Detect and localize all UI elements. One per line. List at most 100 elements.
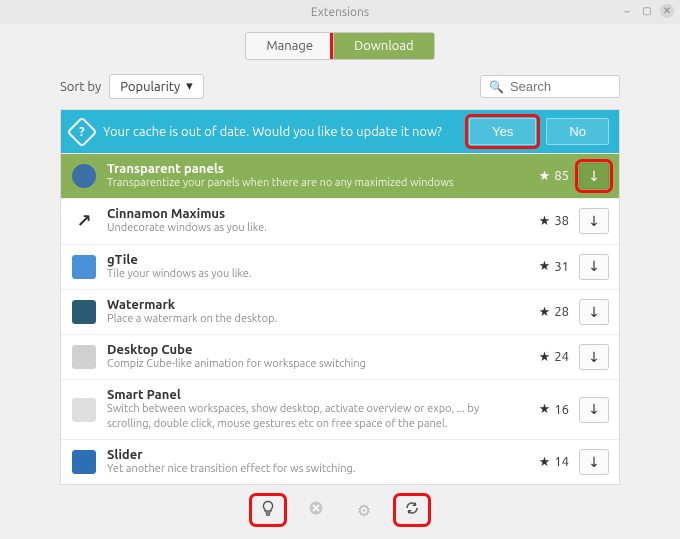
download-button[interactable]: ↓ bbox=[579, 208, 609, 234]
star-count: ★16 bbox=[519, 402, 569, 417]
download-button[interactable]: ↓ bbox=[579, 254, 609, 280]
extension-row[interactable]: SliderYet another nice transition effect… bbox=[61, 439, 619, 484]
tab-set: Manage Download bbox=[245, 32, 434, 60]
star-count: ★24 bbox=[519, 350, 569, 365]
star-icon: ★ bbox=[539, 350, 551, 365]
extension-name: Smart Panel bbox=[107, 388, 509, 402]
sort-dropdown[interactable]: Popularity ▾ bbox=[109, 74, 203, 99]
download-button[interactable]: ↓ bbox=[579, 163, 609, 189]
tab-download[interactable]: Download bbox=[334, 33, 434, 59]
question-icon: ? bbox=[66, 116, 97, 147]
extension-row[interactable]: Desktop CubeCompiz Cube-like animation f… bbox=[61, 334, 619, 379]
extension-icon bbox=[71, 163, 97, 189]
remove-icon bbox=[308, 500, 324, 520]
cache-notice: ? Your cache is out of date. Would you l… bbox=[61, 110, 619, 153]
star-count: ★85 bbox=[519, 169, 569, 184]
remove-button bbox=[301, 497, 331, 523]
extension-body: WatermarkPlace a watermark on the deskto… bbox=[107, 298, 509, 326]
title-bar: Extensions – ▢ ✕ bbox=[0, 0, 680, 24]
extension-list: Transparent panelsTransparentize your pa… bbox=[61, 153, 619, 484]
extension-name: Slider bbox=[107, 448, 509, 462]
tab-manage[interactable]: Manage bbox=[246, 33, 334, 59]
star-number: 31 bbox=[554, 260, 569, 274]
star-icon: ★ bbox=[539, 305, 551, 320]
extension-name: Desktop Cube bbox=[107, 343, 509, 357]
extension-description: Compiz Cube-like animation for workspace… bbox=[107, 357, 509, 371]
star-number: 24 bbox=[554, 350, 569, 364]
star-number: 28 bbox=[554, 305, 569, 319]
search-box[interactable]: 🔍 bbox=[480, 75, 620, 98]
refresh-button[interactable] bbox=[397, 497, 427, 523]
download-icon: ↓ bbox=[588, 213, 600, 230]
maximize-button[interactable]: ▢ bbox=[640, 4, 654, 18]
extension-icon bbox=[71, 397, 97, 423]
extension-description: Yet another nice transition effect for w… bbox=[107, 462, 509, 476]
toolbar: Sort by Popularity ▾ 🔍 bbox=[0, 74, 680, 109]
star-icon: ★ bbox=[539, 214, 551, 229]
star-number: 16 bbox=[554, 403, 569, 417]
bottom-bar: ⚙ bbox=[0, 485, 680, 539]
download-button[interactable]: ↓ bbox=[579, 344, 609, 370]
extension-body: Cinnamon MaximusUndecorate windows as yo… bbox=[107, 207, 509, 235]
extension-row[interactable]: Transparent panelsTransparentize your pa… bbox=[61, 153, 619, 198]
extension-panel: ? Your cache is out of date. Would you l… bbox=[60, 109, 620, 485]
extension-icon bbox=[71, 299, 97, 325]
notice-yes-button[interactable]: Yes bbox=[469, 118, 536, 145]
close-button[interactable]: ✕ bbox=[660, 4, 674, 18]
extension-name: Transparent panels bbox=[107, 162, 509, 176]
extension-description: Transparentize your panels when there ar… bbox=[107, 176, 509, 190]
lightbulb-icon bbox=[260, 500, 276, 520]
star-count: ★14 bbox=[519, 455, 569, 470]
extension-icon bbox=[71, 344, 97, 370]
star-count: ★31 bbox=[519, 259, 569, 274]
refresh-icon bbox=[404, 500, 420, 520]
star-icon: ★ bbox=[539, 259, 551, 274]
star-count: ★28 bbox=[519, 305, 569, 320]
extension-body: Smart PanelSwitch between workspaces, sh… bbox=[107, 388, 509, 431]
notice-no-button[interactable]: No bbox=[546, 118, 609, 145]
search-input[interactable] bbox=[510, 79, 611, 94]
extension-name: gTile bbox=[107, 253, 509, 267]
download-icon: ↓ bbox=[588, 349, 600, 366]
chevron-down-icon: ▾ bbox=[186, 79, 193, 94]
star-number: 14 bbox=[554, 455, 569, 469]
star-icon: ★ bbox=[539, 402, 551, 417]
tab-area: Manage Download bbox=[0, 24, 680, 74]
extension-body: Transparent panelsTransparentize your pa… bbox=[107, 162, 509, 190]
extension-description: Undecorate windows as you like. bbox=[107, 221, 509, 235]
download-icon: ↓ bbox=[588, 258, 600, 275]
star-count: ★38 bbox=[519, 214, 569, 229]
window-title: Extensions bbox=[311, 6, 369, 19]
search-icon: 🔍 bbox=[489, 80, 504, 94]
extension-body: SliderYet another nice transition effect… bbox=[107, 448, 509, 476]
star-number: 38 bbox=[554, 214, 569, 228]
extension-icon: ↗ bbox=[71, 208, 97, 234]
sort-label: Sort by bbox=[60, 80, 101, 94]
extension-name: Cinnamon Maximus bbox=[107, 207, 509, 221]
extension-body: Desktop CubeCompiz Cube-like animation f… bbox=[107, 343, 509, 371]
notice-text: Your cache is out of date. Would you lik… bbox=[103, 125, 459, 139]
sort-value: Popularity bbox=[120, 80, 180, 94]
extension-icon bbox=[71, 254, 97, 280]
extension-body: gTileTile your windows as you like. bbox=[107, 253, 509, 281]
settings-button: ⚙ bbox=[349, 497, 379, 523]
extension-description: Tile your windows as you like. bbox=[107, 267, 509, 281]
extension-row[interactable]: WatermarkPlace a watermark on the deskto… bbox=[61, 289, 619, 334]
download-button[interactable]: ↓ bbox=[579, 449, 609, 475]
gear-icon: ⚙ bbox=[357, 501, 371, 520]
extension-row[interactable]: gTileTile your windows as you like. ★31 ↓ bbox=[61, 244, 619, 289]
star-icon: ★ bbox=[539, 455, 551, 470]
star-icon: ★ bbox=[539, 169, 551, 184]
extension-icon bbox=[71, 449, 97, 475]
extension-description: Place a watermark on the desktop. bbox=[107, 312, 509, 326]
extension-description: Switch between workspaces, show desktop,… bbox=[107, 402, 509, 431]
download-icon: ↓ bbox=[588, 304, 600, 321]
minimize-button[interactable]: – bbox=[620, 4, 634, 18]
extension-row[interactable]: ↗ Cinnamon MaximusUndecorate windows as y… bbox=[61, 198, 619, 243]
star-number: 85 bbox=[554, 169, 569, 183]
window-controls: – ▢ ✕ bbox=[620, 4, 674, 18]
hint-button[interactable] bbox=[253, 497, 283, 523]
download-button[interactable]: ↓ bbox=[579, 299, 609, 325]
extension-row[interactable]: Smart PanelSwitch between workspaces, sh… bbox=[61, 379, 619, 439]
download-button[interactable]: ↓ bbox=[579, 397, 609, 423]
